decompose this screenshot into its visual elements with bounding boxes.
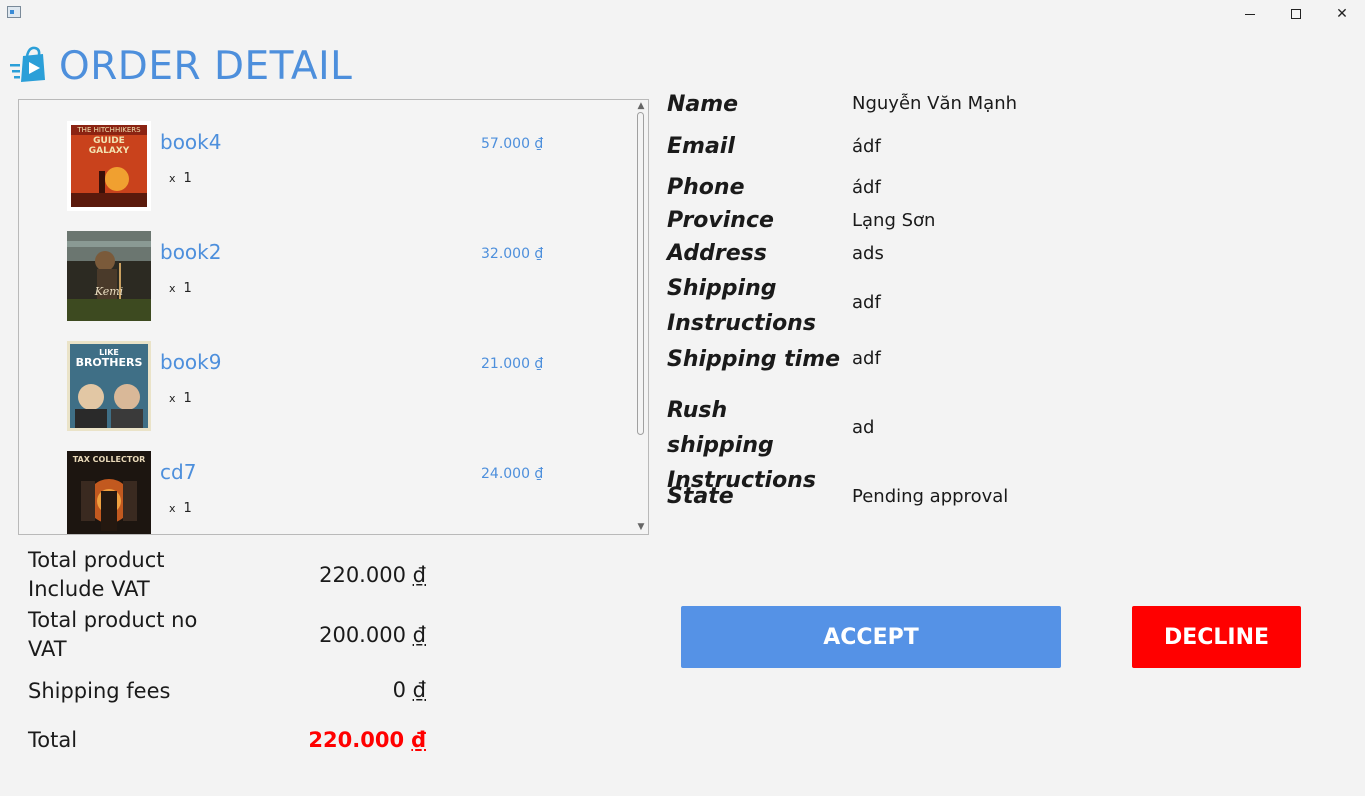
state-value: Pending approval xyxy=(852,486,1009,507)
shipping-instructions-label: Shipping Instructions xyxy=(667,276,816,336)
shipping-instructions-value: adf xyxy=(852,292,881,313)
item-quantity: x1 xyxy=(169,501,192,516)
province-value: Lạng Sơn xyxy=(852,210,936,231)
shopping-bag-logo-icon xyxy=(10,46,45,82)
list-scrollbar[interactable]: ▲ ▼ xyxy=(633,100,648,534)
maximize-button[interactable] xyxy=(1273,0,1319,28)
maximize-icon xyxy=(1291,9,1301,19)
shipping-fees-label: Shipping fees xyxy=(28,679,171,703)
item-name[interactable]: book4 xyxy=(160,130,221,154)
close-button[interactable]: ✕ xyxy=(1319,0,1365,28)
phone-label: Phone xyxy=(667,175,745,200)
total-no-vat-value: 200.000 ₫ xyxy=(319,623,426,647)
app-icon xyxy=(7,6,21,18)
grand-total-value: 220.000 ₫ xyxy=(308,728,426,752)
list-item: Kemi book2 32.000 ₫ x1 xyxy=(19,210,631,321)
close-icon: ✕ xyxy=(1336,6,1348,22)
shipping-time-value: adf xyxy=(852,348,881,369)
state-label: State xyxy=(667,484,734,509)
email-label: Email xyxy=(667,134,735,159)
shipping-time-label: Shipping time xyxy=(667,347,841,372)
svg-text:TAX COLLECTOR: TAX COLLECTOR xyxy=(73,455,146,464)
minimize-icon xyxy=(1245,13,1255,15)
list-item: LIKE BROTHERS book9 21.000 ₫ x1 xyxy=(19,320,631,431)
grand-total-label: Total xyxy=(28,728,78,752)
page-title: ORDER DETAIL xyxy=(59,44,353,89)
address-label: Address xyxy=(667,241,767,266)
address-value: ads xyxy=(852,243,884,264)
book-cover-western-icon: Kemi xyxy=(67,231,151,321)
scroll-thumb[interactable] xyxy=(637,112,644,435)
accept-button[interactable]: ACCEPT xyxy=(681,606,1061,668)
cd-cover-tax-collector-icon: TAX COLLECTOR xyxy=(67,451,151,534)
svg-text:Kemi: Kemi xyxy=(94,285,123,298)
item-quantity: x1 xyxy=(169,281,192,296)
rush-shipping-value: ad xyxy=(852,417,875,438)
item-quantity: x1 xyxy=(169,171,192,186)
item-price: 57.000 ₫ xyxy=(481,136,544,152)
list-item: THE HITCHHIKERS GUIDE GALAXY book4 57.00… xyxy=(19,100,631,211)
item-name[interactable]: cd7 xyxy=(160,460,196,484)
decline-button[interactable]: DECLINE xyxy=(1132,606,1301,668)
total-incl-vat-label: Total product Include VAT xyxy=(28,548,165,601)
list-item: TAX COLLECTOR cd7 24.000 ₫ x1 xyxy=(19,430,631,534)
book-cover-brothers-icon: LIKE BROTHERS xyxy=(67,341,151,431)
minimize-button[interactable] xyxy=(1227,0,1273,28)
scroll-up-icon[interactable]: ▲ xyxy=(636,101,646,111)
total-incl-vat-value: 220.000 ₫ xyxy=(319,563,426,587)
name-label: Name xyxy=(667,92,739,117)
total-no-vat-label: Total product no VAT xyxy=(28,608,198,661)
book-cover-galaxy-icon: THE HITCHHIKERS GUIDE GALAXY xyxy=(67,121,151,211)
item-quantity: x1 xyxy=(169,391,192,406)
order-items-list[interactable]: THE HITCHHIKERS GUIDE GALAXY book4 57.00… xyxy=(18,99,649,535)
shipping-fees-value: 0 ₫ xyxy=(392,678,426,702)
item-price: 21.000 ₫ xyxy=(481,356,544,372)
item-name[interactable]: book9 xyxy=(160,350,221,374)
item-name[interactable]: book2 xyxy=(160,240,221,264)
province-label: Province xyxy=(667,208,774,233)
scroll-down-icon[interactable]: ▼ xyxy=(636,522,646,532)
title-bar: ✕ xyxy=(0,0,1365,28)
name-value: Nguyễn Văn Mạnh xyxy=(852,93,1018,114)
email-value: ádf xyxy=(852,136,881,157)
svg-text:BROTHERS: BROTHERS xyxy=(76,356,143,369)
item-price: 24.000 ₫ xyxy=(481,466,544,482)
item-price: 32.000 ₫ xyxy=(481,246,544,262)
phone-value: ádf xyxy=(852,177,881,198)
